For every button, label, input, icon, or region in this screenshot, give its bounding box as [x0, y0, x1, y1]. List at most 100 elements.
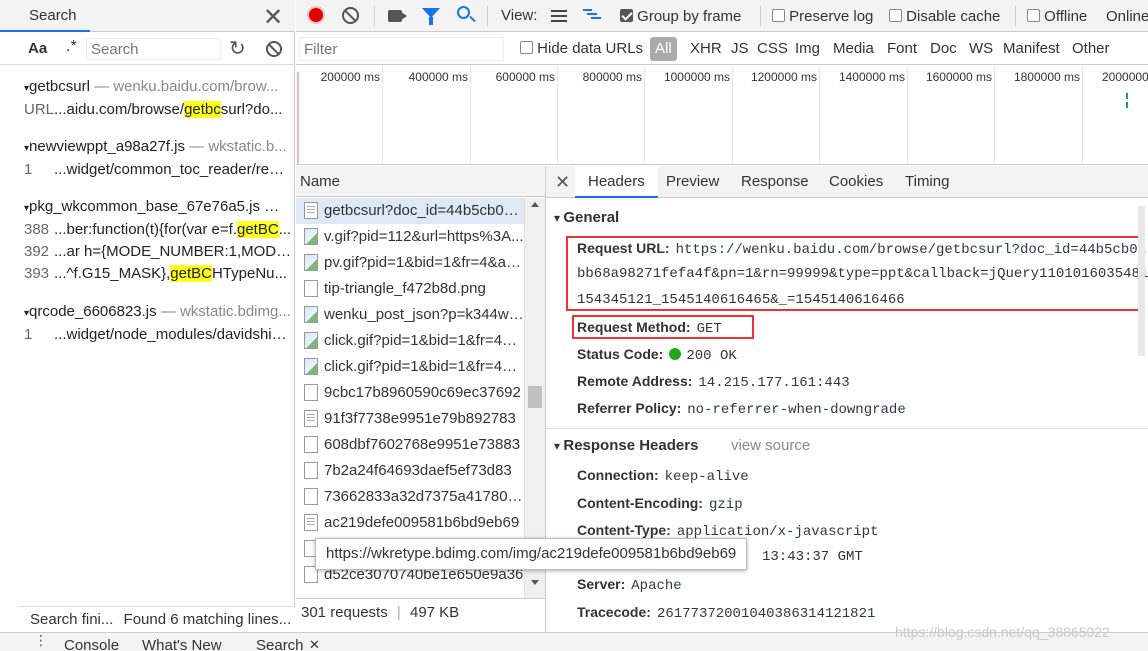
tab-preview[interactable]: Preview: [666, 166, 719, 198]
request-row[interactable]: click.gif?pid=1&bid=1&fr=4&...: [296, 328, 524, 354]
request-row[interactable]: ac219defe009581b6bd9eb69: [296, 510, 524, 536]
scrollbar-thumb[interactable]: [528, 386, 542, 408]
request-row[interactable]: pv.gif?pid=1&bid=1&fr=4&ac...: [296, 250, 524, 276]
remote-address-value: 14.215.177.161:443: [698, 375, 850, 391]
name-column-header[interactable]: Name: [296, 166, 545, 197]
search-result-line[interactable]: 393 ...^f.G15_MASK},getBCHTypeNu...: [24, 265, 292, 282]
timeline-activity-bar: [1126, 102, 1128, 108]
request-row[interactable]: wenku_post_json?p=k344wGg...: [296, 302, 524, 328]
close-detail-icon[interactable]: ✕: [555, 166, 570, 198]
type-filter-all[interactable]: All: [650, 37, 677, 61]
search-result-file[interactable]: ▾getbcsurl — wenku.baidu.com/brow...: [24, 78, 292, 95]
type-filter-font[interactable]: Font: [887, 40, 917, 57]
line-text: ...widget/common_toc_reader/read...: [54, 161, 292, 178]
offline-label: Offline: [1044, 8, 1088, 25]
type-filter-doc[interactable]: Doc: [930, 40, 957, 57]
search-input[interactable]: [86, 38, 221, 60]
request-url-value: 154345121_1545140616465&_=1545140616466: [577, 292, 905, 308]
request-name: v.gif?pid=112&url=https%3A...: [324, 228, 524, 245]
waterfall-icon[interactable]: [583, 9, 603, 23]
content-encoding-row: Content-Encoding: gzip: [577, 495, 743, 513]
close-tab-icon[interactable]: ✕: [309, 637, 320, 651]
type-filter-other[interactable]: Other: [1072, 40, 1110, 57]
request-row[interactable]: tip-triangle_f472b8d.png: [296, 276, 524, 302]
tab-headers[interactable]: Headers: [575, 166, 658, 198]
line-number: 393: [24, 265, 50, 282]
type-filter-img[interactable]: Img: [795, 40, 820, 57]
line-text: ...ber:function(t){for(var e=f.: [54, 221, 237, 238]
hide-data-urls-checkbox[interactable]: Hide data URLs: [520, 40, 643, 57]
search-result-file[interactable]: ▾newviewppt_a98a27f.js — wkstatic.b...: [24, 138, 292, 155]
request-row[interactable]: getbcsurl?doc_id=44b5cb0ab...: [296, 198, 524, 224]
close-icon[interactable]: ✕: [263, 3, 283, 32]
scroll-down-icon[interactable]: [531, 580, 539, 585]
type-filter-ws[interactable]: WS: [969, 40, 993, 57]
timeline-overview[interactable]: 200000 ms 400000 ms 600000 ms 800000 ms …: [296, 66, 1148, 165]
request-row[interactable]: 91f3f7738e9951e79b892783: [296, 406, 524, 432]
request-row[interactable]: v.gif?pid=112&url=https%3A...: [296, 224, 524, 250]
search-result-file[interactable]: ▾pkg_wkcommon_base_67e76a5.js — ...: [24, 198, 292, 215]
regex-toggle[interactable]: .*: [66, 38, 77, 56]
tab-response[interactable]: Response: [741, 166, 809, 198]
offline-checkbox[interactable]: Offline: [1027, 8, 1087, 25]
filter-input[interactable]: [299, 37, 504, 61]
line-text: ...: [278, 221, 292, 238]
search-result-line[interactable]: 392 ...ar h={MODE_NUMBER:1,MODE...: [24, 243, 292, 260]
request-row[interactable]: 7b2a24f64693daef5ef73d83: [296, 458, 524, 484]
request-row[interactable]: 608dbf7602768e9951e73883: [296, 432, 524, 458]
type-filter-js[interactable]: JS: [731, 40, 749, 57]
timeline-tick: 600000 ms: [495, 70, 555, 84]
type-filter-media[interactable]: Media: [833, 40, 874, 57]
search-result-file[interactable]: ▾qrcode_6606823.js — wkstatic.bdimg...: [24, 303, 292, 320]
line-text: ...aidu.com/browse/: [54, 101, 185, 118]
drawer-menu-icon[interactable]: ⋮: [34, 633, 48, 647]
tab-timing[interactable]: Timing: [905, 166, 949, 198]
search-tabbar: Search ✕: [0, 0, 295, 32]
preserve-log-checkbox[interactable]: Preserve log: [772, 8, 873, 25]
result-file-host: — wkstatic.bdimg...: [156, 303, 291, 320]
line-text: ...^f.G15_MASK},: [54, 265, 171, 282]
type-filter-manifest[interactable]: Manifest: [1003, 40, 1060, 57]
request-name: click.gif?pid=1&bid=1&fr=4&...: [324, 332, 524, 349]
large-rows-icon[interactable]: [551, 10, 567, 22]
tab-search[interactable]: Search: [256, 637, 304, 651]
filter-funnel-icon[interactable]: [422, 8, 440, 25]
type-filter-xhr[interactable]: XHR: [690, 40, 722, 57]
detail-scrollbar[interactable]: [1138, 206, 1145, 356]
general-section-header[interactable]: General: [554, 209, 619, 226]
tab-cookies[interactable]: Cookies: [829, 166, 883, 198]
scroll-up-icon[interactable]: [531, 202, 539, 207]
document-icon: [304, 410, 318, 427]
search-icon[interactable]: [457, 6, 476, 23]
date-value: 13:43:37 GMT: [762, 549, 863, 565]
line-text: surl?do...: [220, 101, 283, 118]
result-file-name: newviewppt_a98a27f.js: [29, 138, 185, 155]
timeline-tick: 400000 ms: [408, 70, 468, 84]
request-row[interactable]: 9cbc17b8960590c69ec37692: [296, 380, 524, 406]
clear-icon[interactable]: [266, 41, 282, 57]
view-source-link[interactable]: view source: [731, 437, 810, 454]
search-result-line[interactable]: URL...aidu.com/browse/getbcsurl?do...: [24, 101, 292, 118]
screenshot-camera-icon[interactable]: [388, 10, 407, 22]
line-text: HTypeNu...: [211, 265, 287, 282]
disable-cache-checkbox[interactable]: Disable cache: [889, 8, 1000, 25]
type-filter-css[interactable]: CSS: [757, 40, 788, 57]
record-icon[interactable]: [307, 6, 325, 24]
search-result-line[interactable]: 388 ...ber:function(t){for(var e=f.getBC.…: [24, 221, 292, 238]
line-number: 388: [24, 221, 50, 238]
response-headers-section-header[interactable]: Response Headers: [554, 437, 698, 454]
clear-log-icon[interactable]: [342, 7, 359, 24]
match-case-toggle[interactable]: Aa: [28, 40, 47, 57]
request-row[interactable]: click.gif?pid=1&bid=1&fr=4&...: [296, 354, 524, 380]
search-tab[interactable]: Search: [0, 0, 90, 32]
search-result-line[interactable]: 1 ...widget/common_toc_reader/read...: [24, 161, 292, 178]
search-status-bar: Search fini... Found 6 matching lines...: [18, 606, 295, 632]
refresh-icon[interactable]: ↻: [229, 36, 246, 61]
result-file-host: — ...: [264, 198, 292, 215]
tab-whats-new[interactable]: What's New: [142, 637, 222, 651]
tab-console[interactable]: Console: [64, 637, 119, 651]
throttle-select[interactable]: Online: [1106, 8, 1148, 25]
group-by-frame-checkbox[interactable]: Group by frame: [620, 8, 741, 25]
search-result-line[interactable]: 1 ...widget/node_modules/davidshimj...: [24, 326, 292, 343]
request-row[interactable]: 73662833a32d7375a4178048: [296, 484, 524, 510]
